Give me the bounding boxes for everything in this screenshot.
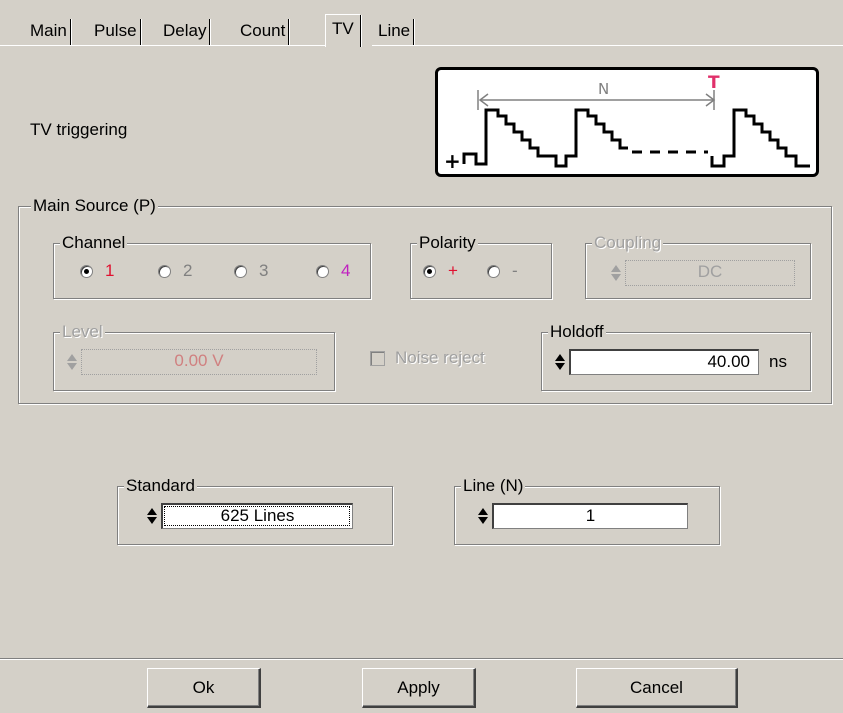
level-field[interactable]: 0.00 V	[81, 349, 317, 375]
ok-button-label: Ok	[192, 678, 215, 697]
polarity-radio-negative[interactable]: -	[487, 260, 518, 282]
polarity-plus-label: +	[444, 149, 461, 173]
standard-field[interactable]: 625 Lines	[161, 503, 353, 529]
standard-spin-icon[interactable]	[146, 503, 158, 529]
tv-signal-waveform-icon: N T +	[444, 73, 810, 173]
channel-radio-2-label: 2	[183, 261, 193, 280]
polarity-negative-label: -	[512, 261, 518, 280]
tab-line[interactable]: Line	[378, 19, 415, 46]
line-n-field[interactable]: 1	[492, 503, 688, 529]
checkbox-icon	[370, 350, 385, 366]
tab-tv[interactable]: TV	[325, 14, 361, 47]
holdoff-spin-icon[interactable]	[554, 349, 566, 375]
line-n-group: Line (N) 1	[454, 476, 720, 545]
span-n-label: N	[598, 80, 609, 98]
level-title: Level	[60, 322, 105, 342]
line-n-title: Line (N)	[461, 476, 526, 496]
cancel-button-label: Cancel	[630, 678, 683, 697]
coupling-field[interactable]: DC	[625, 260, 795, 286]
tab-main-label: Main	[30, 21, 67, 40]
coupling-group: Coupling DC	[585, 233, 811, 299]
polarity-positive-label: +	[448, 261, 458, 280]
standard-group: Standard 625 Lines	[117, 476, 393, 545]
standard-title: Standard	[124, 476, 197, 496]
channel-title: Channel	[60, 233, 128, 253]
tab-delay[interactable]: Delay	[163, 19, 211, 46]
polarity-group: Polarity + -	[410, 233, 552, 299]
channel-radio-1[interactable]: 1	[80, 260, 114, 282]
channel-radio-2[interactable]: 2	[158, 260, 192, 282]
tab-line-label: Line	[378, 21, 411, 40]
tab-tv-label: TV	[332, 19, 354, 38]
level-spin-icon[interactable]	[66, 349, 78, 375]
tv-triggering-label: TV triggering	[30, 120, 128, 139]
tab-delay-label: Delay	[163, 21, 207, 40]
tab-pulse-label: Pulse	[94, 21, 137, 40]
holdoff-unit: ns	[769, 352, 787, 371]
tab-main[interactable]: Main	[30, 19, 71, 46]
apply-button-label: Apply	[397, 678, 440, 697]
channel-radio-4-label: 4	[341, 261, 351, 280]
standard-spinner[interactable]: 625 Lines	[146, 503, 353, 529]
ok-button[interactable]: Ok	[147, 668, 261, 708]
tab-pulse[interactable]: Pulse	[94, 19, 141, 46]
line-n-spinner[interactable]: 1	[477, 503, 688, 529]
level-spinner[interactable]: 0.00 V	[66, 349, 317, 375]
holdoff-title: Holdoff	[548, 322, 606, 342]
holdoff-field[interactable]: 40.00	[569, 349, 759, 375]
channel-radio-3[interactable]: 3	[234, 260, 268, 282]
noise-reject-label: Noise reject	[395, 348, 485, 367]
polarity-radio-positive[interactable]: +	[423, 260, 458, 282]
main-source-title: Main Source (P)	[31, 196, 158, 216]
polarity-title: Polarity	[417, 233, 478, 253]
channel-radio-4[interactable]: 4	[316, 260, 350, 282]
tv-trigger-diagram: N T +	[435, 67, 819, 177]
tab-strip: Main Pulse Delay Count TV Line	[0, 0, 843, 47]
coupling-title: Coupling	[592, 233, 664, 253]
tab-count[interactable]: Count	[240, 19, 290, 46]
channel-radio-3-label: 3	[259, 261, 269, 280]
channel-group: Channel 1 2 3 4	[53, 233, 371, 299]
cancel-button[interactable]: Cancel	[576, 668, 738, 708]
channel-radio-1-label: 1	[105, 261, 115, 280]
noise-reject-checkbox[interactable]: Noise reject	[370, 348, 485, 368]
trigger-t-label: T	[708, 73, 720, 93]
line-n-spin-icon[interactable]	[477, 503, 489, 529]
apply-button[interactable]: Apply	[362, 668, 476, 708]
holdoff-spinner[interactable]: 40.00 ns	[554, 349, 787, 375]
level-group: Level 0.00 V	[53, 322, 335, 391]
coupling-spinner[interactable]: DC	[610, 260, 795, 286]
coupling-spin-icon[interactable]	[610, 260, 622, 286]
holdoff-group: Holdoff 40.00 ns	[541, 322, 811, 391]
tab-count-label: Count	[240, 21, 286, 40]
